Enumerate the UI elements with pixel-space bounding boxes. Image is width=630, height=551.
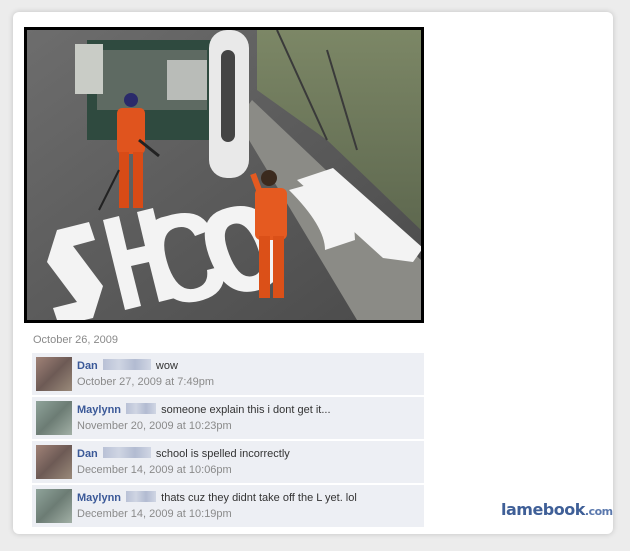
commenter-name[interactable]: Maylynn xyxy=(77,492,121,504)
comment-timestamp[interactable]: December 14, 2009 at 10:19pm xyxy=(77,507,420,521)
comment-item: Maylynn someone explain this i dont get … xyxy=(32,397,424,439)
comment-item: Dan school is spelled incorrectly Decemb… xyxy=(32,441,424,483)
comment-timestamp[interactable]: October 27, 2009 at 7:49pm xyxy=(77,375,420,389)
avatar[interactable] xyxy=(36,489,72,523)
redacted-surname xyxy=(126,491,157,502)
comment-text: wow xyxy=(155,360,178,372)
comment-timestamp[interactable]: December 14, 2009 at 10:06pm xyxy=(77,463,420,477)
avatar[interactable] xyxy=(36,445,72,479)
avatar[interactable] xyxy=(36,357,72,391)
watermark-brand: lamebook xyxy=(501,500,585,519)
commenter-name[interactable]: Dan xyxy=(77,448,98,460)
commenter-name[interactable]: Maylynn xyxy=(77,404,121,416)
redacted-surname xyxy=(126,403,157,414)
post-photo[interactable] xyxy=(24,27,424,323)
avatar[interactable] xyxy=(36,401,72,435)
comment-text: someone explain this i dont get it... xyxy=(161,404,331,416)
commenter-name[interactable]: Dan xyxy=(77,360,98,372)
comment-item: Maylynn thats cuz they didnt take off th… xyxy=(32,485,424,527)
comment-text: thats cuz they didnt take off the L yet.… xyxy=(161,492,357,504)
redacted-surname xyxy=(102,447,151,458)
redacted-surname xyxy=(102,359,151,370)
comment-text: school is spelled incorrectly xyxy=(155,448,290,460)
lamebook-watermark[interactable]: lamebook.com xyxy=(501,500,613,519)
comment-item: Dan wow October 27, 2009 at 7:49pm xyxy=(32,353,424,395)
post-date: October 26, 2009 xyxy=(33,334,119,346)
watermark-suffix: .com xyxy=(584,505,613,518)
comment-list: Dan wow October 27, 2009 at 7:49pm Mayly… xyxy=(32,353,424,529)
comment-timestamp[interactable]: November 20, 2009 at 10:23pm xyxy=(77,419,420,433)
road-painting-photo xyxy=(27,30,421,320)
